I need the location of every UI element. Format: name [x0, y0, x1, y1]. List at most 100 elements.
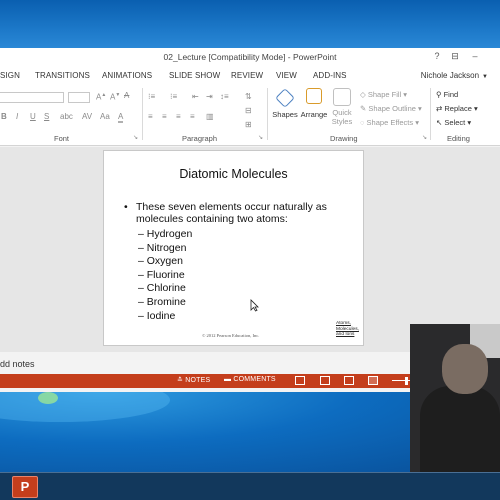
ribbon-separator: [430, 88, 431, 140]
arrange-button[interactable]: Arrange: [299, 88, 329, 119]
tab-transitions[interactable]: TRANSITIONS: [35, 71, 90, 80]
tab-slide-show[interactable]: SLIDE SHOW: [169, 71, 220, 80]
window-title: 02_Lecture [Compatibility Mode] - PowerP…: [163, 52, 337, 62]
user-account[interactable]: Nichole Jackson ▼: [421, 71, 488, 80]
chevron-down-icon: ▼: [482, 74, 488, 80]
ribbon: A▲ A▼ A B I U S abc AV Aa A Font ↘ ⁝≡ ⁝≡…: [0, 84, 500, 146]
strikethrough-icon[interactable]: abc: [60, 112, 73, 121]
columns-icon[interactable]: ▥: [206, 112, 214, 121]
text-direction-icon[interactable]: ⇅: [245, 92, 252, 101]
list-item: – Bromine: [138, 295, 186, 308]
arrange-icon: [306, 88, 322, 104]
font-color-icon[interactable]: A: [118, 112, 124, 123]
font-name-dropdown[interactable]: [0, 92, 64, 103]
quick-styles-label-2: Styles: [331, 117, 353, 126]
zoom-slider-thumb[interactable]: [405, 377, 408, 385]
quick-styles-icon: [333, 88, 351, 106]
shape-effects-button[interactable]: ◌ Shape Effects ▾: [360, 118, 419, 127]
paragraph-group-label: Paragraph: [182, 134, 218, 143]
tab-view[interactable]: VIEW: [276, 71, 297, 80]
align-left-icon[interactable]: ≡: [148, 112, 153, 121]
element-list: – Hydrogen – Nitrogen – Oxygen – Fluorin…: [138, 228, 192, 323]
mouse-pointer-icon: [250, 299, 259, 312]
slide-title[interactable]: Diatomic Molecules: [104, 167, 363, 181]
copyright-text: © 2012 Pearson Education, Inc.: [202, 333, 260, 338]
taskbar: P: [0, 472, 500, 500]
justify-icon[interactable]: ≡: [190, 112, 195, 121]
presenter-face: [442, 344, 488, 394]
shape-effects-label: Shape Effects: [366, 118, 414, 127]
select-label: Select: [444, 118, 466, 127]
drawing-dialog-launcher-icon[interactable]: ↘: [422, 134, 427, 141]
find-label: Find: [443, 90, 459, 99]
bullets-icon[interactable]: ⁝≡: [148, 92, 155, 101]
chapter-logo: Atoms, Molecules, and Ions: [336, 321, 360, 338]
user-name: Nichole Jackson: [420, 71, 480, 80]
align-right-icon[interactable]: ≡: [176, 112, 181, 121]
align-text-icon[interactable]: ⊟: [245, 106, 252, 115]
tab-design[interactable]: SIGN: [0, 71, 20, 80]
change-case-icon[interactable]: Aa: [100, 112, 110, 121]
notes-icon: ≛: [177, 377, 186, 384]
bold-button[interactable]: B: [1, 112, 7, 121]
convert-to-smartart-icon[interactable]: ⊞: [245, 120, 252, 129]
ribbon-display-options-button[interactable]: ⊟: [448, 51, 462, 62]
list-item: – Nitrogen: [138, 241, 187, 254]
font-dialog-launcher-icon[interactable]: ↘: [133, 134, 138, 141]
bullet-dot-icon: •: [124, 201, 128, 213]
help-button[interactable]: ?: [430, 51, 444, 61]
comments-toggle-button[interactable]: ▬ COMMENTS: [224, 376, 276, 383]
comment-icon: ▬: [224, 376, 234, 383]
clear-formatting-icon[interactable]: A: [124, 91, 129, 100]
shape-outline-label: Shape Outline: [368, 104, 416, 113]
notes-toggle-button[interactable]: ≛ NOTES: [177, 376, 210, 384]
shadow-button[interactable]: S: [44, 112, 49, 121]
powerpoint-taskbar-button[interactable]: P: [12, 476, 38, 498]
character-spacing-icon[interactable]: AV: [82, 112, 92, 121]
reading-view-icon[interactable]: [344, 376, 354, 385]
tab-add-ins[interactable]: ADD-INS: [313, 71, 347, 80]
font-group-label: Font: [54, 134, 70, 143]
shape-fill-button[interactable]: ◇ Shape Fill ▾: [360, 90, 407, 99]
grow-font-icon[interactable]: A▲: [96, 92, 106, 102]
decrease-indent-icon[interactable]: ⇤: [192, 92, 199, 101]
drawing-group-label: Drawing: [330, 134, 358, 143]
list-item: – Chlorine: [138, 282, 186, 295]
paint-bucket-icon: ◇: [360, 90, 368, 99]
align-center-icon[interactable]: ≡: [162, 112, 167, 121]
replace-button[interactable]: ⇄ Replace ▾: [436, 104, 478, 113]
slide-canvas[interactable]: Diatomic Molecules • These seven element…: [103, 150, 364, 346]
logo-line: and Ions: [336, 332, 355, 337]
find-button[interactable]: ⚲ Find: [436, 90, 458, 99]
binoculars-icon: ⚲: [436, 90, 444, 99]
quick-styles-button[interactable]: Quick Styles: [330, 88, 354, 126]
notes-placeholder: dd notes: [0, 359, 35, 369]
italic-button[interactable]: I: [16, 112, 18, 121]
editing-group-label: Editing: [447, 134, 470, 143]
shapes-label: Shapes: [272, 110, 298, 119]
comments-label: COMMENTS: [233, 376, 276, 383]
increase-indent-icon[interactable]: ⇥: [206, 92, 213, 101]
slide-show-view-icon[interactable]: [368, 376, 378, 385]
slide-sorter-view-icon[interactable]: [320, 376, 330, 385]
arrange-label: Arrange: [300, 110, 328, 119]
shrink-font-icon[interactable]: A▼: [110, 92, 120, 102]
list-item: – Oxygen: [138, 255, 183, 268]
line-spacing-icon[interactable]: ↕≡: [220, 92, 229, 101]
tab-review[interactable]: REVIEW: [231, 71, 263, 80]
select-button[interactable]: ↖ Select ▾: [436, 118, 471, 127]
list-item: – Iodine: [138, 309, 176, 322]
notes-label: NOTES: [185, 377, 211, 384]
tab-animations[interactable]: ANIMATIONS: [102, 71, 152, 80]
paragraph-dialog-launcher-icon[interactable]: ↘: [258, 134, 263, 141]
normal-view-icon[interactable]: [295, 376, 305, 385]
shapes-button[interactable]: Shapes: [272, 88, 298, 119]
font-size-dropdown[interactable]: [68, 92, 90, 103]
underline-button[interactable]: U: [30, 112, 36, 121]
numbering-icon[interactable]: ⁝≡: [170, 92, 177, 101]
quick-styles-label-1: Quick: [332, 108, 352, 117]
minimize-button[interactable]: –: [468, 51, 482, 61]
shape-outline-button[interactable]: ✎ Shape Outline ▾: [360, 104, 422, 113]
slide-bullet[interactable]: • These seven elements occur naturally a…: [124, 201, 344, 225]
title-bar: 02_Lecture [Compatibility Mode] - PowerP…: [0, 48, 500, 68]
